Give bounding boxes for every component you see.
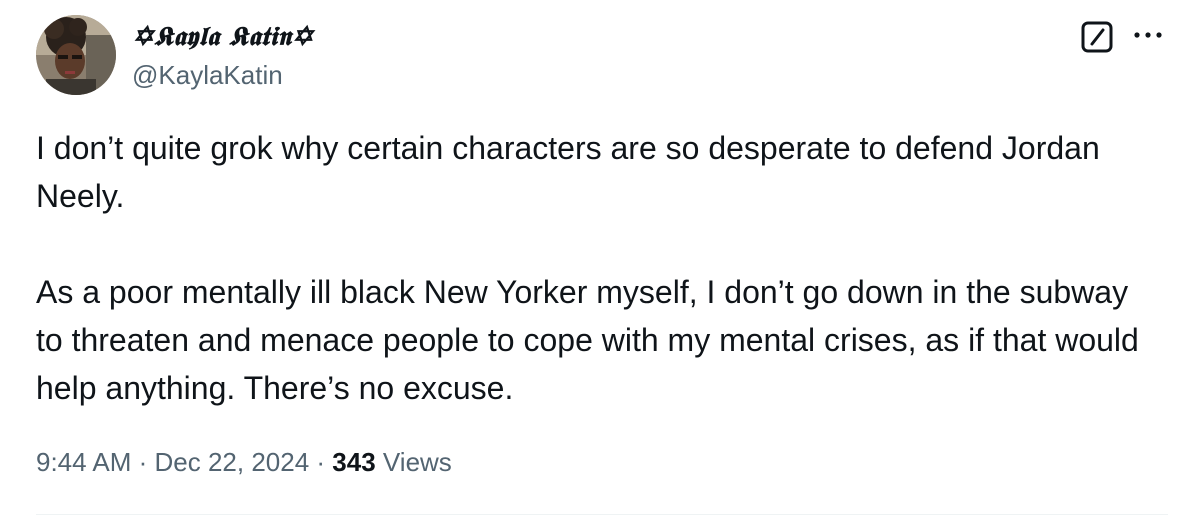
tweet-time[interactable]: 9:44 AM [36, 447, 131, 477]
meta-separator: · [131, 447, 155, 477]
grok-icon[interactable] [1080, 20, 1114, 54]
author-display-name[interactable]: ✡𝕶𝖆𝖞𝖑𝖆 𝕶𝖆𝖙𝖎𝖓✡ [132, 20, 314, 54]
avatar[interactable] [36, 15, 116, 95]
views-count: 343 [332, 447, 376, 477]
author-handle[interactable]: @KaylaKatin [132, 58, 283, 92]
divider [36, 514, 1168, 515]
meta-separator: · [309, 447, 333, 477]
tweet-paragraph: I don’t quite grok why certain character… [36, 130, 1100, 214]
more-icon[interactable] [1128, 18, 1168, 52]
views-label: Views [382, 447, 452, 477]
tweet-meta: 9:44 AM · Dec 22, 2024 · 343 Views [36, 442, 452, 482]
tweet-date[interactable]: Dec 22, 2024 [155, 447, 310, 477]
tweet-text: I don’t quite grok why certain character… [36, 124, 1156, 412]
tweet: ✡𝕶𝖆𝖞𝖑𝖆 𝕶𝖆𝖙𝖎𝖓✡ @KaylaKatin I don’t quite … [0, 0, 1197, 517]
tweet-paragraph: As a poor mentally ill black New Yorker … [36, 274, 1139, 406]
